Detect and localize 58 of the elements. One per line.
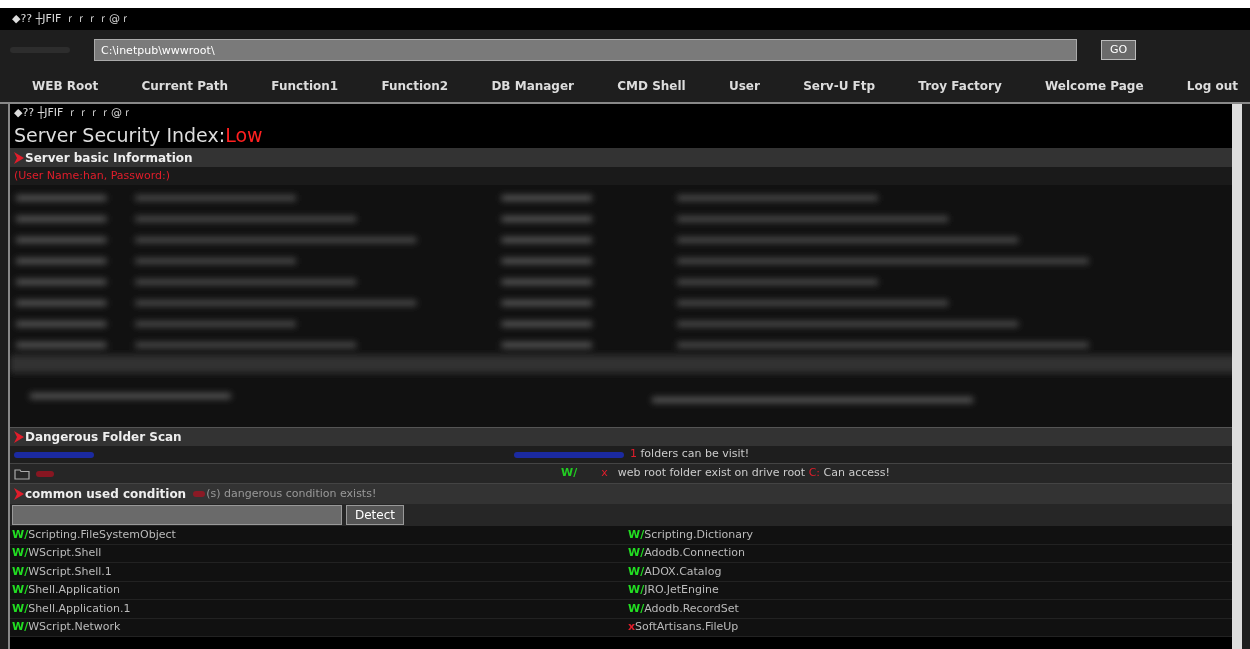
component-name: Shell.Application — [28, 582, 120, 598]
nav-link[interactable]: Function1 — [271, 77, 339, 95]
nav-link[interactable]: Welcome Page — [1045, 77, 1144, 95]
nav-link[interactable]: Current Path — [141, 77, 229, 95]
status-mark: x — [601, 465, 608, 482]
component-name: WScript.Network — [28, 619, 121, 635]
component-status: W/ — [12, 600, 29, 617]
section-title: Dangerous Folder Scan — [25, 429, 182, 446]
component-status: W/ — [12, 526, 29, 543]
nav-link[interactable]: Serv-U Ftp — [803, 77, 876, 95]
component-name: Shell.Application.1 — [28, 600, 131, 617]
component-status: W/ — [628, 582, 645, 598]
nav-link[interactable]: WEB Root — [32, 77, 99, 95]
component-name: WScript.Shell — [28, 545, 102, 561]
detect-button[interactable]: Detect — [346, 505, 404, 525]
component-name: Adodb.Connection — [644, 545, 745, 561]
component-name: Adodb.RecordSet — [644, 600, 739, 617]
component-status: W/ — [12, 619, 29, 635]
arrow-icon — [14, 151, 24, 164]
folder-icon — [14, 467, 30, 480]
input-field[interactable] — [12, 505, 342, 525]
component-status: W/ — [628, 600, 645, 617]
scrollbar[interactable] — [1232, 104, 1242, 649]
nav-link[interactable]: DB Manager — [491, 77, 575, 95]
arrow-icon — [14, 488, 24, 500]
credentials-note: (User Name:han, Password:) — [14, 167, 171, 184]
path-field[interactable]: C:\inetpub\wwwroot\ — [94, 39, 1077, 61]
component-status: W/ — [628, 545, 645, 561]
component-status: W/ — [628, 563, 645, 580]
garbled-header: ◆?? ┼JFIF ｒｒｒｒ@ｒ — [0, 8, 1250, 30]
nav-link[interactable]: Function2 — [381, 77, 449, 95]
nav-link[interactable]: CMD Shell — [617, 77, 686, 95]
component-name: ADOX.Catalog — [644, 563, 722, 580]
nav-link[interactable]: Troy Factory — [918, 77, 1002, 95]
component-status: W/ — [12, 582, 29, 598]
blurred-label — [36, 468, 54, 479]
scan-summary: 1 folders can be visit! — [630, 446, 750, 463]
go-button[interactable]: GO — [1101, 40, 1137, 60]
garbled-header: ◆?? ┼JFIF ｒｒｒｒ@ｒ — [13, 105, 134, 121]
section-title: Server basic Information — [25, 149, 193, 167]
component-status: x — [628, 619, 636, 635]
condition-message: (s) dangerous condition exists! — [206, 485, 377, 502]
nav-link[interactable]: Log out — [1186, 77, 1238, 95]
security-index: Server Security Index:Low — [13, 123, 264, 148]
component-status: W/ — [12, 545, 29, 561]
component-name: SoftArtisans.FileUp — [635, 619, 739, 635]
write-mark: W/ — [561, 465, 578, 482]
component-name: Scripting.Dictionary — [644, 526, 753, 543]
section-title: common used condition — [25, 486, 187, 503]
component-status: W/ — [628, 526, 645, 543]
arrow-icon — [14, 431, 24, 443]
nav-link[interactable]: User — [728, 77, 760, 95]
component-name: JRO.JetEngine — [644, 582, 719, 598]
component-status: W/ — [12, 563, 29, 580]
blurred-label — [193, 489, 206, 499]
component-name: Scripting.FileSystemObject — [28, 526, 176, 543]
component-name: WScript.Shell.1 — [28, 563, 112, 580]
scan-message: web root folder exist on drive root C: Can access! — [617, 465, 890, 482]
